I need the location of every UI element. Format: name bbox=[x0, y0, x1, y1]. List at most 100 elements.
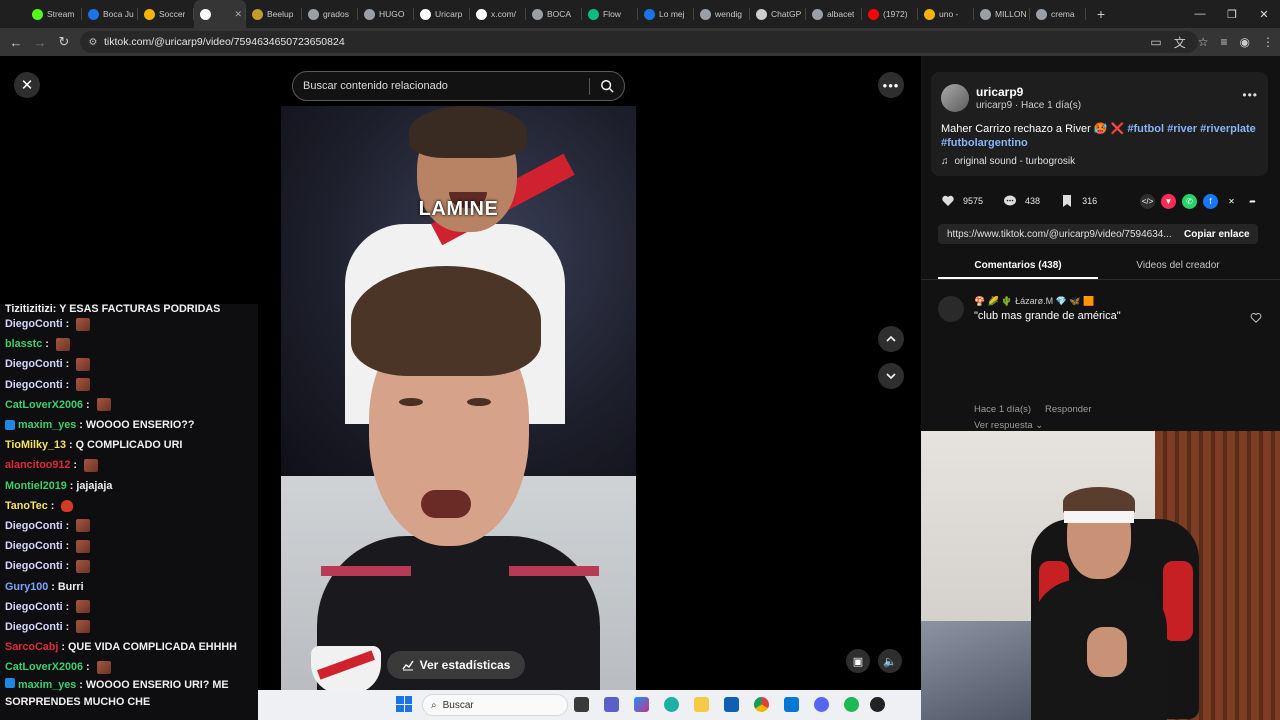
view-stats-button[interactable]: Ver estadísticas bbox=[387, 651, 525, 679]
reply-button[interactable]: Responder bbox=[1045, 404, 1091, 415]
taskbar-search[interactable]: ⌕ Buscar bbox=[422, 694, 568, 716]
browser-tab[interactable]: grados bbox=[302, 0, 358, 28]
hashtag[interactable]: #futbolargentino bbox=[941, 137, 1028, 149]
profile-icon[interactable]: ◉ bbox=[1240, 35, 1250, 49]
search-icon[interactable] bbox=[600, 79, 614, 93]
tab-creator-videos[interactable]: Videos del creador bbox=[1098, 257, 1258, 279]
previous-video-button[interactable] bbox=[878, 326, 904, 352]
translate-icon[interactable]: 文 bbox=[1174, 34, 1186, 51]
browser-tab[interactable]: Lo mej bbox=[638, 0, 694, 28]
browser-tab[interactable]: ✕ bbox=[194, 0, 246, 28]
close-window-icon[interactable]: ✕ bbox=[1248, 0, 1280, 28]
browser-tab[interactable]: Stream bbox=[26, 0, 82, 28]
close-tab-icon[interactable]: ✕ bbox=[234, 9, 242, 20]
bookmark-star-icon[interactable]: ☆ bbox=[1198, 35, 1209, 49]
engagement-row: 9575 438 316 bbox=[941, 194, 1117, 208]
browser-tab[interactable]: Soccer bbox=[138, 0, 194, 28]
hashtag[interactable]: #riverplate bbox=[1200, 123, 1256, 135]
new-tab-button[interactable]: + bbox=[1090, 6, 1112, 22]
browser-tab[interactable]: Uricarp bbox=[414, 0, 470, 28]
close-video-button[interactable]: ✕ bbox=[14, 72, 40, 98]
tab-comments[interactable]: Comentarios (438) bbox=[938, 257, 1098, 279]
obs-icon[interactable] bbox=[870, 697, 885, 712]
volume-icon[interactable]: 🔈 bbox=[878, 649, 902, 673]
related-search-input[interactable]: Buscar contenido relacionado bbox=[292, 71, 625, 101]
more-options-button[interactable]: ••• bbox=[878, 72, 904, 98]
url-field[interactable]: ⚙ tiktok.com/@uricarp9/video/75946346507… bbox=[80, 31, 1198, 53]
save-action[interactable]: 316 bbox=[1060, 194, 1097, 208]
browser-tab[interactable]: (1972) bbox=[862, 0, 918, 28]
task-view-icon[interactable] bbox=[574, 697, 589, 712]
store-icon[interactable] bbox=[724, 697, 739, 712]
author-username[interactable]: uricarp9 bbox=[976, 85, 1023, 99]
minimize-icon[interactable]: — bbox=[1184, 0, 1216, 28]
comment-avatar[interactable] bbox=[938, 296, 964, 322]
browser-tab[interactable]: Flow bbox=[582, 0, 638, 28]
tab-title: ChatGP bbox=[771, 9, 802, 19]
browser-tab[interactable]: ChatGP bbox=[750, 0, 806, 28]
browser-tab[interactable]: x.com/ bbox=[470, 0, 526, 28]
streamer-hand bbox=[1087, 627, 1127, 677]
comment-action[interactable]: 438 bbox=[1003, 194, 1040, 208]
like-action[interactable]: 9575 bbox=[941, 194, 983, 208]
copy-link-button[interactable]: Copiar enlace bbox=[1184, 229, 1250, 240]
chat-username: maxim_yes bbox=[18, 419, 77, 432]
browser-tab[interactable]: BOCA bbox=[526, 0, 582, 28]
edge-icon[interactable] bbox=[664, 697, 679, 712]
comment-username[interactable]: 🍄 🌽 🌵 Łázarø.M 💎 🦋 🟧 bbox=[974, 296, 1094, 307]
outlook-icon[interactable] bbox=[784, 697, 799, 712]
chat-username: TioMilky_13 bbox=[5, 439, 67, 452]
browser-tab[interactable]: wendig bbox=[694, 0, 750, 28]
tab-favicon-icon bbox=[756, 8, 767, 20]
chat-username: CatLoverX2006 bbox=[5, 398, 84, 411]
video-player[interactable]: LAMINE Ver estadísticas bbox=[281, 106, 636, 691]
sound-row[interactable]: ♫ original sound - turbogrosik bbox=[941, 156, 1075, 167]
chat-separator: : bbox=[42, 338, 52, 351]
next-video-button[interactable] bbox=[878, 363, 904, 389]
chat-message: maxim_yes : WOOOO ENSERIO URI? ME SORPRE… bbox=[0, 677, 258, 711]
comment-time: Hace 1 día(s) bbox=[974, 404, 1032, 415]
whatsapp-icon[interactable]: ✆ bbox=[1182, 194, 1197, 209]
cast-icon[interactable]: ▭ bbox=[1150, 35, 1161, 49]
browser-tab[interactable]: uno - bbox=[918, 0, 974, 28]
facebook-icon[interactable]: f bbox=[1203, 194, 1218, 209]
discord-icon[interactable] bbox=[814, 697, 829, 712]
windows-start-icon[interactable] bbox=[396, 696, 412, 712]
tab-favicon-icon bbox=[532, 8, 543, 20]
embed-icon[interactable]: </> bbox=[1140, 194, 1155, 209]
jacket-stripe-left bbox=[321, 566, 411, 576]
copilot-icon[interactable] bbox=[634, 697, 649, 712]
author-avatar[interactable] bbox=[941, 84, 969, 112]
browser-tab[interactable]: crema bbox=[1030, 0, 1086, 28]
browser-tab[interactable]: albacet bbox=[806, 0, 862, 28]
tab-favicon-icon bbox=[364, 8, 375, 20]
site-info-icon[interactable]: ⚙ bbox=[86, 35, 100, 49]
hashtag[interactable]: #futbol bbox=[1127, 123, 1164, 135]
comment-heart-icon[interactable] bbox=[1250, 312, 1262, 324]
teams-icon[interactable] bbox=[604, 697, 619, 712]
reload-icon[interactable]: ↻ bbox=[52, 30, 76, 54]
share-link-url[interactable]: https://www.tiktok.com/@uricarp9/video/7… bbox=[938, 229, 1174, 240]
reading-list-icon[interactable]: ≡ bbox=[1221, 35, 1228, 49]
browser-tab[interactable]: Beelup bbox=[246, 0, 302, 28]
file-explorer-icon[interactable] bbox=[694, 697, 709, 712]
browser-tab[interactable]: HUGO bbox=[358, 0, 414, 28]
chat-emote-icon bbox=[84, 458, 99, 472]
chrome-icon[interactable] bbox=[754, 697, 769, 712]
browser-tab[interactable]: Boca Ju bbox=[82, 0, 138, 28]
share-arrow-icon[interactable]: ➦ bbox=[1245, 194, 1260, 209]
restore-icon[interactable]: ❐ bbox=[1216, 0, 1248, 28]
hashtag[interactable]: #river bbox=[1167, 123, 1197, 135]
menu-icon[interactable]: ⋮ bbox=[1262, 35, 1274, 49]
forward-icon[interactable]: → bbox=[28, 30, 52, 54]
pip-icon[interactable]: ▣ bbox=[846, 649, 870, 673]
x-share-icon[interactable]: ✕ bbox=[1224, 194, 1239, 209]
repost-icon[interactable]: ▼ bbox=[1161, 194, 1176, 209]
author-more-icon[interactable]: ••• bbox=[1242, 88, 1258, 102]
back-icon[interactable]: ← bbox=[4, 30, 28, 54]
chat-username: DiegoConti bbox=[5, 318, 63, 331]
view-replies-button[interactable]: Ver respuesta ⌄ bbox=[974, 420, 1043, 431]
spotify-icon[interactable] bbox=[844, 697, 859, 712]
toolbar-icons: ▭ 文 ☆ ≡ ◉ ⋮ bbox=[1150, 31, 1274, 53]
browser-tab[interactable]: MILLON bbox=[974, 0, 1030, 28]
